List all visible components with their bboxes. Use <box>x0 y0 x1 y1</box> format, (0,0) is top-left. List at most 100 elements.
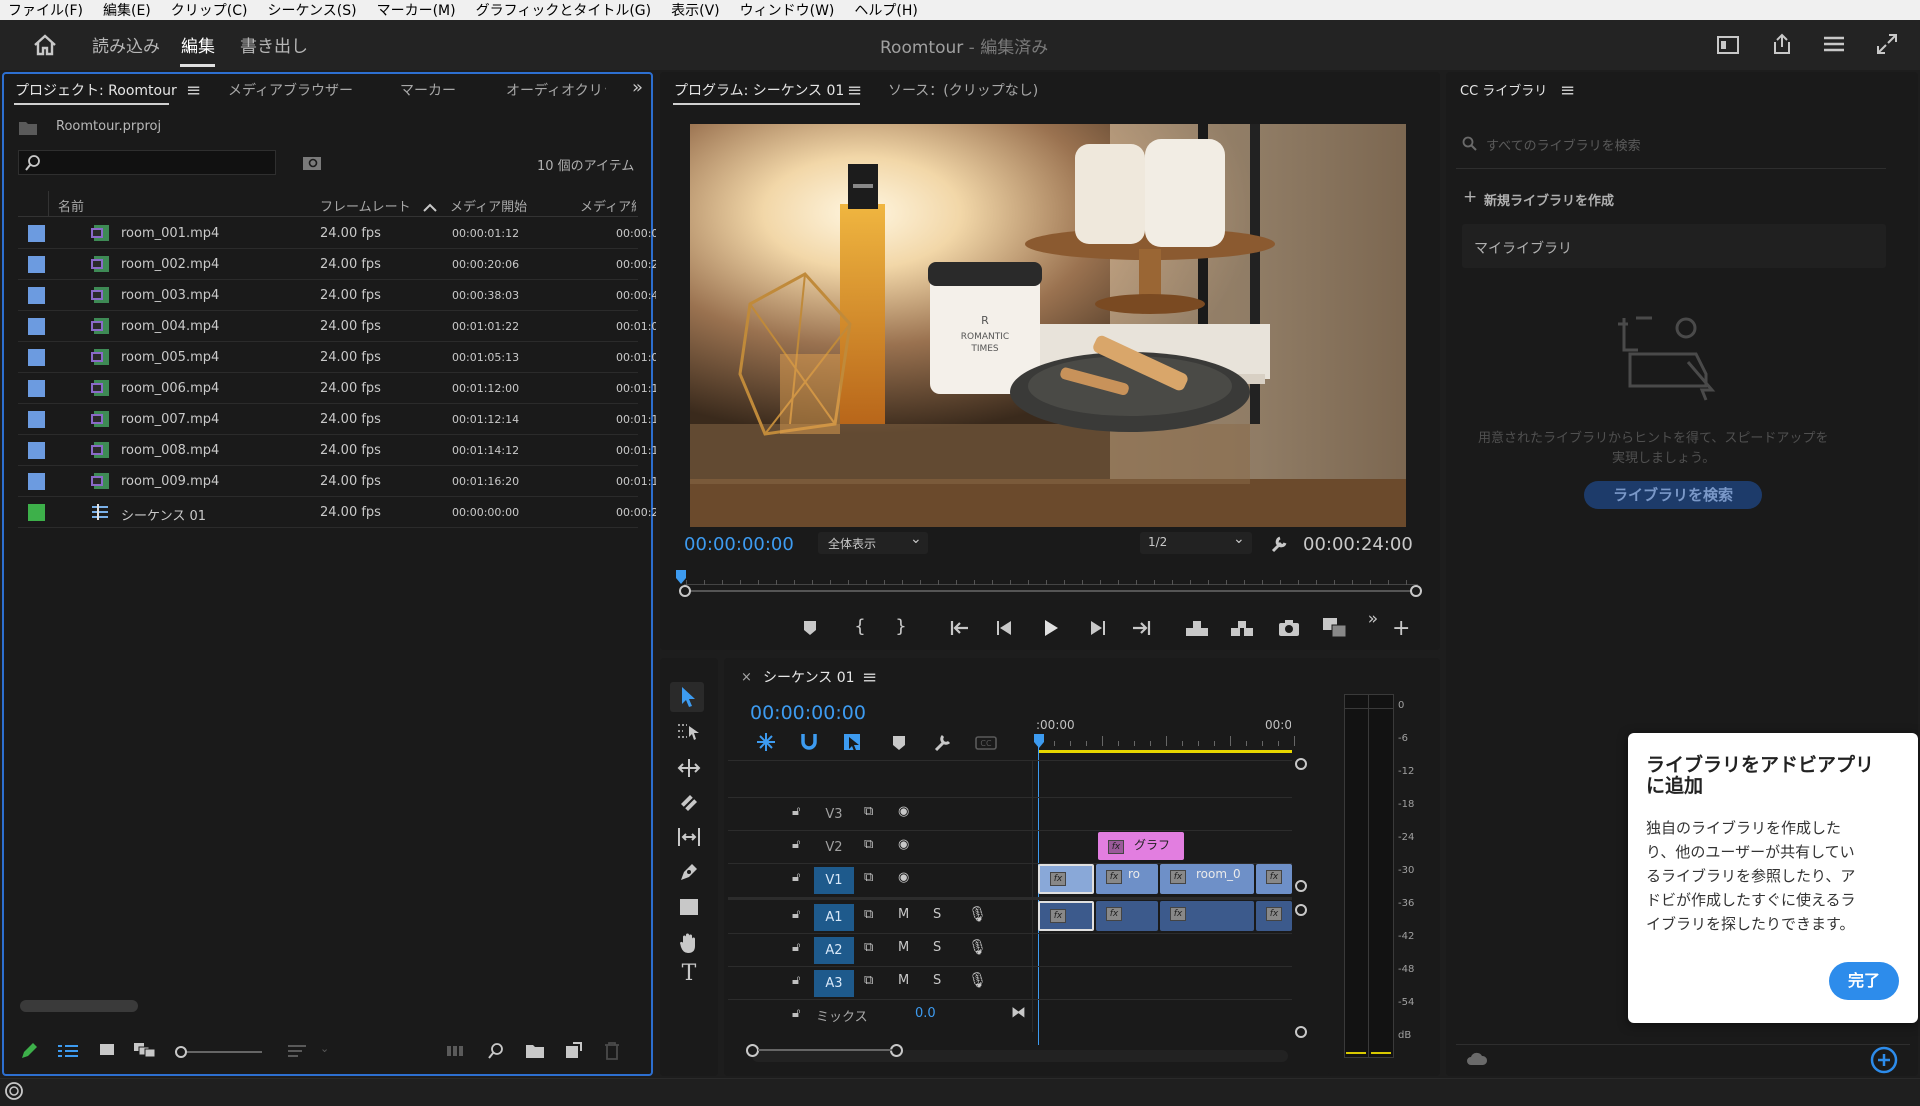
lock-icon[interactable]: 🔓︎ <box>792 870 800 885</box>
hand-tool-icon[interactable] <box>679 932 699 954</box>
column-framerate[interactable]: フレームレート <box>320 196 411 215</box>
audio-vscroll-top[interactable] <box>1295 904 1307 916</box>
solo-button[interactable]: S <box>933 907 941 922</box>
v1-clip-1[interactable]: fx <box>1038 864 1094 894</box>
microphone-icon[interactable]: 🎙︎ <box>968 938 987 956</box>
snap-icon[interactable] <box>800 732 818 750</box>
program-zoom-left-handle[interactable] <box>679 585 691 597</box>
audio-vscroll-handle[interactable] <box>1295 1026 1307 1038</box>
quick-export-icon[interactable] <box>1716 35 1740 55</box>
add-marker-icon[interactable] <box>803 620 817 636</box>
sync-lock-icon[interactable]: ⧉ <box>864 973 873 988</box>
sync-lock-icon[interactable]: ⧉ <box>864 870 873 885</box>
color-label-swatch[interactable] <box>28 411 45 428</box>
program-zoom-right-handle[interactable] <box>1410 585 1422 597</box>
zoom-slider-handle[interactable] <box>175 1046 187 1058</box>
sync-lock-icon[interactable]: ⧉ <box>864 837 873 852</box>
tab-cc-libraries[interactable]: CC ライブラリ <box>1460 80 1547 99</box>
cc-search-input[interactable]: すべてのライブラリを検索 <box>1486 135 1886 155</box>
step-back-icon[interactable] <box>996 620 1014 636</box>
button-editor-icon[interactable]: + <box>1392 618 1410 640</box>
close-sequence-icon[interactable]: × <box>741 670 752 685</box>
color-label-swatch[interactable] <box>28 256 45 273</box>
v1-clip-3[interactable]: fx room_0 <box>1160 864 1254 894</box>
color-label-swatch[interactable] <box>28 504 45 521</box>
mute-button[interactable]: M <box>898 973 909 988</box>
add-library-icon[interactable] <box>1870 1046 1898 1074</box>
microphone-icon[interactable]: 🎙︎ <box>968 905 987 923</box>
a1-clip-2[interactable]: fx <box>1096 901 1158 931</box>
tab-export[interactable]: 書き出し <box>240 32 308 57</box>
freeform-view-icon[interactable] <box>133 1042 157 1058</box>
popup-done-button[interactable]: 完了 <box>1829 962 1899 1000</box>
timeline-playhead-head[interactable] <box>1034 734 1044 748</box>
tab-audio-clip[interactable]: オーディオクリッ <box>506 80 606 100</box>
timeline-vscroll-top[interactable] <box>1295 758 1307 770</box>
mark-in-icon[interactable]: { <box>852 617 868 637</box>
comparison-view-icon[interactable] <box>1322 617 1348 639</box>
project-scrollbar[interactable] <box>20 1000 138 1012</box>
slip-tool-icon[interactable] <box>677 827 701 847</box>
menu-graphics[interactable]: グラフィックとタイトル(G) <box>476 0 652 20</box>
menu-edit[interactable]: 編集(E) <box>103 0 151 20</box>
more-tabs-icon[interactable]: » <box>632 77 643 98</box>
eye-icon[interactable]: ◉ <box>898 804 909 819</box>
color-label-swatch[interactable] <box>28 287 45 304</box>
list-view-icon[interactable] <box>58 1044 78 1058</box>
a1-clip-4[interactable]: fx <box>1256 901 1292 931</box>
program-playhead[interactable] <box>676 570 686 584</box>
a1-clip-1[interactable]: fx <box>1038 901 1094 931</box>
wrench-icon[interactable] <box>1270 535 1288 553</box>
bowtie-icon[interactable]: ⧓ <box>1011 1003 1026 1021</box>
ripple-edit-tool-icon[interactable] <box>677 758 701 778</box>
tab-markers[interactable]: マーカー <box>400 80 456 100</box>
column-media-end[interactable]: メディア終 <box>580 196 636 215</box>
create-library-button[interactable]: 新規ライブラリを作成 <box>1484 190 1614 209</box>
tab-edit[interactable]: 編集 <box>181 32 215 57</box>
type-tool-icon[interactable]: T <box>678 963 700 985</box>
program-timecode[interactable]: 00:00:00:00 <box>684 534 794 555</box>
program-panel-menu-icon[interactable]: ≡ <box>847 80 862 101</box>
a1-clip-3[interactable]: fx <box>1160 901 1254 931</box>
track-label-v3[interactable]: V3 <box>814 801 854 828</box>
go-to-in-icon[interactable] <box>950 620 970 636</box>
cc-panel-menu-icon[interactable]: ≡ <box>1560 80 1575 101</box>
program-zoom-bar[interactable] <box>680 590 1418 592</box>
new-bin-icon[interactable] <box>525 1043 545 1059</box>
fullscreen-icon[interactable] <box>1876 33 1898 55</box>
lock-icon[interactable]: 🔓︎ <box>792 1006 800 1021</box>
project-item-row[interactable]: room_007.mp4 24.00 fps 00:01:12:14 00:01:13… <box>18 404 656 435</box>
icon-view-icon[interactable] <box>98 1043 116 1058</box>
track-label-v2[interactable]: V2 <box>814 834 854 861</box>
lock-icon[interactable]: 🔓︎ <box>792 907 800 922</box>
solo-button[interactable]: S <box>933 940 941 955</box>
find-icon[interactable] <box>302 155 322 171</box>
color-label-swatch[interactable] <box>28 318 45 335</box>
timeline-hscroll-track[interactable] <box>752 1050 1288 1062</box>
graphic-clip[interactable]: fx グラフ <box>1098 832 1184 860</box>
color-label-swatch[interactable] <box>28 380 45 397</box>
project-item-row[interactable]: room_008.mp4 24.00 fps 00:01:14:12 00:01:15… <box>18 435 656 466</box>
lock-icon[interactable]: 🔓︎ <box>792 973 800 988</box>
v1-clip-2[interactable]: fx ro <box>1096 864 1158 894</box>
pen-tool-icon[interactable] <box>679 862 699 882</box>
track-label-a3[interactable]: A3 <box>814 970 854 997</box>
timeline-settings-icon[interactable] <box>933 733 953 753</box>
eye-icon[interactable]: ◉ <box>898 870 909 885</box>
program-video-frame[interactable]: R ROMANTIC TIMES <box>690 124 1406 527</box>
solo-button[interactable]: S <box>933 973 941 988</box>
play-icon[interactable] <box>1043 619 1059 637</box>
menu-help[interactable]: ヘルプ(H) <box>854 0 917 20</box>
project-item-row[interactable]: room_002.mp4 24.00 fps 00:00:20:06 00:00:23… <box>18 249 656 280</box>
project-item-row[interactable]: room_001.mp4 24.00 fps 00:00:01:12 00:00:04… <box>18 218 656 249</box>
home-icon[interactable] <box>33 34 57 56</box>
tab-source[interactable]: ソース：(クリップなし) <box>888 80 1038 100</box>
tab-project[interactable]: プロジェクト: Roomtour <box>15 80 177 100</box>
color-label-swatch[interactable] <box>28 349 45 366</box>
share-icon[interactable] <box>1770 33 1794 55</box>
menu-marker[interactable]: マーカー(M) <box>377 0 456 20</box>
project-item-row[interactable]: room_009.mp4 24.00 fps 00:01:16:20 00:01:18… <box>18 466 656 497</box>
linked-selection-icon[interactable] <box>843 732 863 752</box>
mark-out-icon[interactable]: } <box>893 617 909 637</box>
sort-ascending-icon[interactable] <box>423 203 437 212</box>
